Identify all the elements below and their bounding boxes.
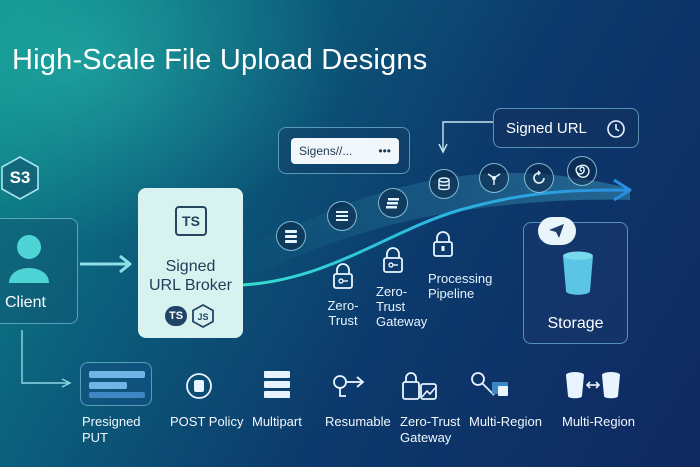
lock-zero-trust-label: Zero-Trust (327, 298, 359, 328)
flow-node-layers[interactable] (378, 188, 408, 218)
stamp-icon (186, 373, 212, 399)
client-card[interactable]: Client (0, 218, 78, 324)
flow-node-refresh[interactable] (524, 163, 554, 193)
key-region-icon (471, 372, 508, 396)
lock-zero-trust-gateway: Zero-Trust Gateway (376, 246, 428, 329)
spiral-icon (575, 164, 590, 178)
broker-title-line2: URL Broker (149, 277, 232, 294)
stacked-blocks-icon (264, 371, 290, 398)
bucket-sync-icon (566, 372, 620, 399)
lock-icon (433, 231, 453, 257)
presigned-put-label: Presigned PUT (82, 414, 141, 445)
ts-badge: TS (165, 306, 187, 326)
layers-icon (386, 198, 399, 209)
typescript-logo: TS (175, 206, 207, 236)
resumable-label: Resumable (325, 414, 391, 429)
flow-node-server-stack[interactable] (276, 221, 306, 251)
server-stack-icon (285, 230, 297, 243)
lock-zero-trust: Zero-Trust (323, 262, 363, 328)
multi-region-label-1: Multi-Region (469, 414, 542, 429)
user-icon (9, 235, 49, 283)
lock-zero-trust-gateway-label: Zero-Trust Gateway (376, 284, 428, 329)
refresh-icon (533, 170, 545, 184)
more-dots-icon: ••• (378, 144, 391, 158)
database-icon (438, 177, 450, 191)
broker-title-line1: Signed (165, 258, 216, 275)
signature-field[interactable]: Sigens//... ••• (291, 138, 399, 164)
post-policy-label: POST Policy (170, 414, 244, 429)
lock-photo-icon (402, 372, 437, 400)
lock-key-icon (383, 247, 403, 273)
signed-url-label: Signed URL (506, 120, 587, 137)
multi-region-label-2: Multi-Region (562, 414, 635, 429)
nodejs-icon: JS (192, 304, 214, 328)
client-bottom-connector (21, 330, 68, 384)
flow-node-list[interactable] (327, 201, 357, 231)
storage-label: Storage (547, 315, 604, 332)
list-icon (336, 211, 348, 221)
svg-text:JS: JS (197, 312, 208, 322)
clock-icon (607, 120, 625, 138)
storage-card[interactable]: Storage (523, 217, 628, 344)
cloud-send-icon (538, 217, 576, 245)
bucket-icon (563, 251, 593, 295)
lock-processing-pipeline: Processing Pipeline (428, 230, 498, 301)
flow-node-spiral[interactable] (567, 156, 597, 186)
signed-url-connector (442, 121, 493, 150)
lock-processing-pipeline-label: Processing Pipeline (428, 271, 493, 301)
signature-card: Sigens//... ••• (278, 127, 410, 174)
presigned-put-card[interactable] (80, 362, 152, 406)
flow-node-network[interactable] (479, 163, 509, 193)
client-label: Client (5, 294, 46, 311)
flow-node-database[interactable] (429, 169, 459, 199)
resume-key-icon (333, 375, 365, 397)
signature-text: Sigens//... (299, 144, 353, 158)
s3-label: S3 (9, 168, 31, 187)
signed-url-card[interactable]: Signed URL (493, 108, 639, 148)
multipart-label: Multipart (252, 414, 302, 429)
s3-badge: S3 (0, 155, 40, 201)
zero-trust-gateway-label: Zero-Trust Gateway (400, 414, 461, 445)
form-bars-icon (89, 371, 145, 398)
signed-url-broker-card[interactable]: TS Signed URL Broker TS JS (138, 188, 243, 338)
network-icon (487, 173, 501, 185)
lock-key-icon (333, 263, 353, 289)
